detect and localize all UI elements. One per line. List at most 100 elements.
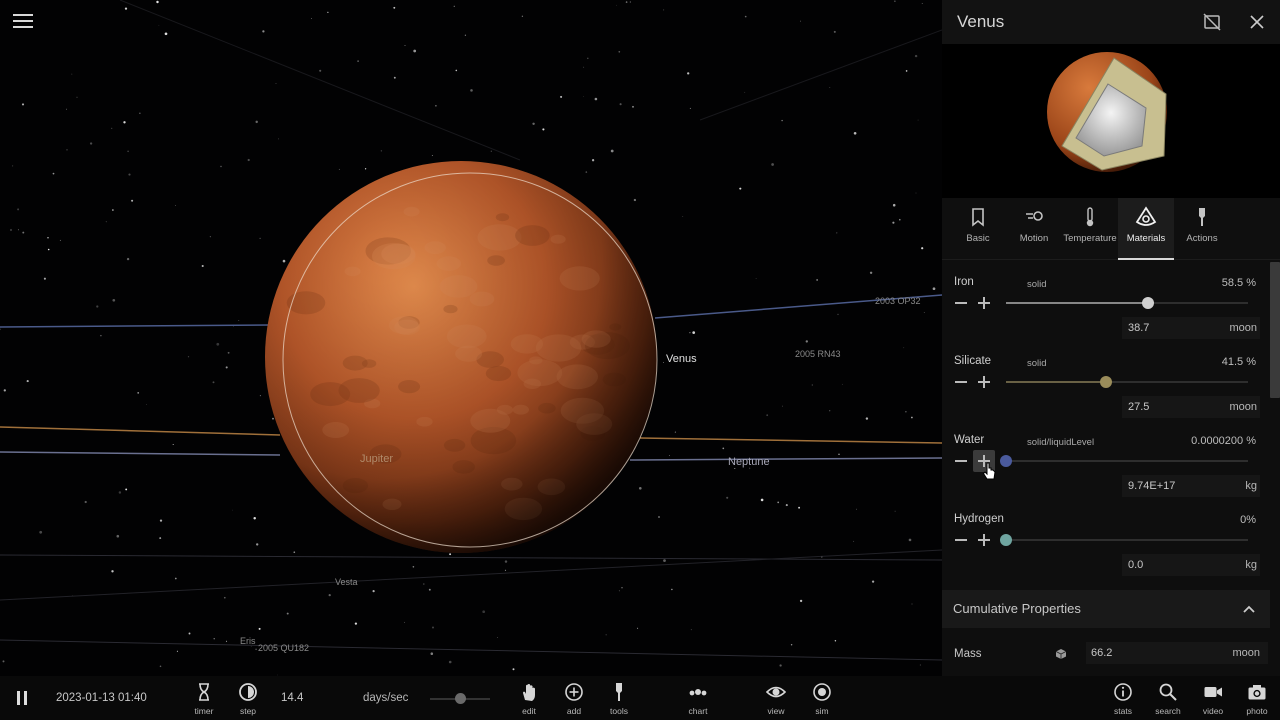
eye-icon	[766, 686, 786, 698]
decrease-button[interactable]	[953, 532, 969, 548]
neptune-orbit-line	[629, 457, 942, 461]
material-unit-select[interactable]: kg	[1245, 480, 1257, 492]
view-button[interactable]: view	[762, 676, 790, 720]
increase-button[interactable]	[976, 532, 992, 548]
label-neptune[interactable]: Neptune	[728, 456, 770, 468]
time-rate-slider[interactable]	[430, 693, 490, 704]
tools-icon	[616, 683, 622, 701]
toolbar-label: search	[1155, 706, 1181, 716]
material-slider-knob[interactable]	[1000, 534, 1012, 546]
step-button[interactable]: step	[234, 676, 262, 720]
hide-view-icon[interactable]	[1201, 11, 1223, 33]
tools-button[interactable]: tools	[605, 676, 633, 720]
panel-header: Venus	[942, 0, 1280, 44]
label-2005-qu182[interactable]: 2005 QU182	[258, 643, 309, 653]
sim-date[interactable]: 2023-01-13 01:40	[56, 692, 147, 704]
bookmark-icon	[972, 208, 984, 227]
decrease-button[interactable]	[953, 453, 969, 469]
decrease-button[interactable]	[953, 295, 969, 311]
material-name: Water	[954, 434, 985, 446]
material-slider-knob[interactable]	[1100, 376, 1113, 388]
material-slider[interactable]	[1006, 297, 1248, 309]
material-slider[interactable]	[1000, 455, 1248, 467]
tab-label: Motion	[1019, 233, 1049, 244]
material-value-field[interactable]	[1122, 554, 1260, 576]
panel-scrollbar[interactable]	[1270, 262, 1280, 398]
material-unit-select[interactable]: moon	[1229, 322, 1257, 334]
step-icon	[239, 683, 257, 701]
label-2005-rn43[interactable]: 2005 RN43	[795, 349, 841, 359]
material-value-field[interactable]	[1122, 475, 1260, 497]
mass-unit[interactable]: moon	[1232, 647, 1260, 659]
label-vesta[interactable]: Vesta	[335, 577, 358, 587]
close-icon[interactable]	[1246, 11, 1268, 33]
mass-label: Mass	[954, 648, 982, 660]
material-unit-select[interactable]: kg	[1245, 559, 1257, 571]
time-rate-slider-knob[interactable]	[455, 693, 466, 704]
hourglass-icon	[199, 683, 209, 701]
toolbar-label: step	[239, 706, 257, 716]
edit-button[interactable]: edit	[515, 676, 543, 720]
add-button[interactable]: add	[560, 676, 588, 720]
tab-actions[interactable]: Actions	[1174, 198, 1230, 259]
toolbar-label: photo	[1246, 706, 1268, 716]
toolbar-label: sim	[815, 706, 829, 716]
sim-icon	[813, 683, 831, 701]
increase-button[interactable]	[973, 450, 995, 472]
add-icon	[565, 683, 583, 701]
actions-icon	[1199, 208, 1205, 226]
material-slider[interactable]	[1000, 534, 1248, 546]
space-viewport[interactable]: Venus Jupiter Neptune Vesta Eris 2003 OP…	[0, 0, 942, 676]
menu-icon[interactable]	[10, 10, 36, 34]
tab-materials[interactable]: Materials	[1118, 198, 1174, 260]
tab-temperature[interactable]: Temperature	[1062, 198, 1118, 259]
orbit-line	[119, 0, 521, 161]
video-button[interactable]: video	[1196, 676, 1230, 720]
material-state: solid/liquidLevel	[1027, 437, 1095, 448]
materials-icon	[1135, 206, 1157, 226]
material-row-iron: Iron solid 58.5 % moon	[942, 262, 1270, 341]
pause-button[interactable]	[10, 676, 34, 720]
time-rate[interactable]: 14.4	[281, 692, 303, 704]
decrease-button[interactable]	[953, 374, 969, 390]
label-jupiter[interactable]: Jupiter	[360, 453, 393, 465]
cumulative-properties-header[interactable]: Cumulative Properties	[942, 590, 1270, 628]
label-2003-op32[interactable]: 2003 OP32	[875, 296, 921, 306]
material-state: solid	[1027, 358, 1047, 369]
tab-label: Materials	[1126, 233, 1166, 244]
photo-button[interactable]: photo	[1240, 676, 1274, 720]
material-percent: 0%	[1240, 514, 1256, 526]
camera-icon	[1248, 685, 1266, 700]
material-slider-fill	[1006, 302, 1148, 304]
chart-button[interactable]: chart	[680, 676, 716, 720]
timer-button[interactable]: timer	[190, 676, 218, 720]
cube-icon[interactable]	[1055, 647, 1067, 659]
material-slider[interactable]	[1006, 376, 1248, 388]
time-rate-unit[interactable]: days/sec	[363, 692, 408, 704]
material-name: Silicate	[954, 355, 992, 367]
toolbar-label: edit	[522, 706, 536, 716]
search-button[interactable]: search	[1151, 676, 1185, 720]
panel-tabs: Basic Motion Temperature Materials Actions	[942, 198, 1280, 260]
increase-button[interactable]	[976, 295, 992, 311]
increase-button[interactable]	[976, 374, 992, 390]
toolbar-label: stats	[1114, 706, 1132, 716]
stats-button[interactable]: stats	[1106, 676, 1140, 720]
planet-cutaway-preview	[942, 44, 1280, 198]
motion-icon	[1026, 211, 1043, 221]
material-unit-select[interactable]: moon	[1229, 401, 1257, 413]
sim-button[interactable]: sim	[808, 676, 836, 720]
label-eris[interactable]: Eris	[240, 636, 256, 646]
info-icon	[1114, 683, 1132, 701]
tab-label: Basic	[966, 233, 990, 244]
material-percent: 41.5 %	[1221, 356, 1256, 368]
material-slider-knob[interactable]	[1000, 455, 1012, 467]
tab-basic[interactable]: Basic	[950, 198, 1006, 259]
tab-motion[interactable]: Motion	[1006, 198, 1062, 259]
material-slider-knob[interactable]	[1141, 297, 1154, 309]
tab-label: Temperature	[1063, 233, 1117, 244]
label-venus[interactable]: Venus	[666, 353, 697, 365]
material-row-water: Water solid/liquidLevel 0.0000200 % kg	[942, 420, 1270, 499]
toolbar-label: timer	[194, 706, 214, 716]
chevron-up-icon[interactable]	[1242, 602, 1256, 614]
